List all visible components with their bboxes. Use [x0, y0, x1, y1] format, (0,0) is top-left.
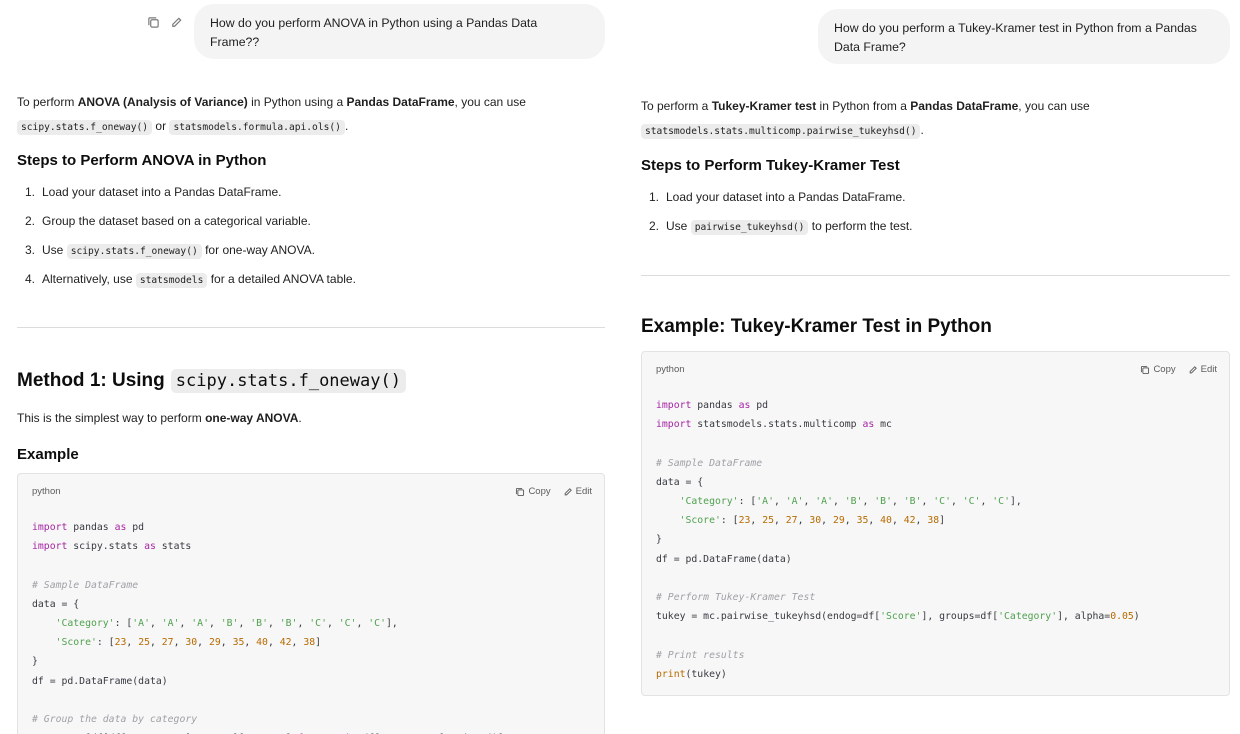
edit-label: Edit — [575, 486, 592, 497]
list-item-text: Load your dataset into a Pandas DataFram… — [666, 190, 906, 204]
intro-paragraph: To perform ANOVA (Analysis of Variance) … — [17, 90, 605, 140]
copy-code-button[interactable]: Copy — [1140, 364, 1176, 375]
edit-code-button[interactable]: Edit — [563, 486, 592, 497]
copy-label: Copy — [1153, 364, 1176, 375]
copy-icon — [1141, 365, 1150, 374]
code-block: python Copy Edit import pandas as pd imp… — [641, 351, 1230, 696]
list-item: 4. Alternatively, use statsmodels for a d… — [25, 269, 356, 298]
user-message-text: How do you perform a Tukey-Kramer test i… — [834, 21, 1197, 54]
steps-heading: Steps to Perform ANOVA in Python — [17, 152, 267, 169]
edit-pencil-icon[interactable] — [170, 16, 183, 29]
list-number: 3. — [25, 243, 36, 257]
edit-code-button[interactable]: Edit — [1188, 364, 1217, 375]
example-heading: Example: Tukey-Kramer Test in Python — [641, 316, 992, 337]
list-item-text: Use — [42, 243, 67, 257]
intro-text: . — [920, 123, 924, 137]
copy-icon — [516, 487, 525, 496]
user-message-bubble: How do you perform ANOVA in Python using… — [194, 4, 605, 59]
intro-text: or — [155, 119, 167, 133]
intro-bold-dataframe: Pandas DataFrame — [346, 95, 455, 109]
list-item-text: Group the dataset based on a categorical… — [42, 214, 311, 228]
intro-text: in Python from a — [816, 99, 911, 113]
example-heading: Example — [17, 446, 79, 463]
message-actions — [147, 16, 183, 29]
list-number: 4. — [25, 272, 36, 286]
intro-bold-anova: ANOVA (Analysis of Variance) — [77, 95, 248, 109]
inline-code-ols: statsmodels.formula.api.ols() — [169, 120, 345, 135]
list-item: 1. Load your dataset into a Pandas DataFr… — [25, 182, 356, 211]
code-content: import pandas as pd import scipy.stats a… — [32, 522, 504, 734]
method-desc-text: This is the simplest way to perform — [17, 411, 206, 425]
intro-bold-tukey: Tukey-Kramer test — [711, 99, 817, 113]
method-heading-text: Method 1: Using — [17, 370, 165, 391]
intro-text: . — [344, 119, 349, 133]
list-number: 2. — [649, 219, 660, 233]
user-message-text: How do you perform ANOVA in Python using… — [210, 16, 538, 49]
inline-code: statsmodels — [135, 273, 208, 288]
user-message-bubble: How do you perform a Tukey-Kramer test i… — [818, 9, 1230, 64]
code-block: python Copy Edit import pandas as pd imp… — [17, 473, 605, 734]
intro-text: To perform a — [641, 99, 712, 113]
divider — [641, 275, 1230, 276]
edit-icon — [1189, 365, 1197, 373]
list-item-text: to perform the test. — [808, 219, 913, 233]
method-desc-text: . — [298, 411, 302, 425]
code-content: import pandas as pd import statsmodels.s… — [656, 400, 1140, 680]
inline-code: pairwise_tukeyhsd() — [690, 220, 809, 235]
intro-text: in Python using a — [247, 95, 347, 109]
code-language-label: python — [32, 486, 61, 497]
inline-code-f-oneway: scipy.stats.f_oneway() — [17, 120, 153, 135]
inline-code-pairwise-tukeyhsd: statsmodels.stats.multicomp.pairwise_tuk… — [641, 124, 921, 139]
intro-text: To perform — [17, 95, 78, 109]
list-item-text: for a detailed ANOVA table. — [207, 272, 356, 286]
code-block-header: python Copy Edit — [32, 486, 592, 497]
list-item: 1. Load your dataset into a Pandas DataFr… — [649, 187, 912, 216]
steps-heading: Steps to Perform Tukey-Kramer Test — [641, 157, 900, 174]
list-item-text: Use — [666, 219, 691, 233]
method-heading: Method 1: Using scipy.stats.f_oneway() — [17, 369, 406, 393]
steps-list: 1. Load your dataset into a Pandas DataFr… — [25, 182, 356, 298]
list-item: 3. Use scipy.stats.f_oneway() for one-way… — [25, 240, 356, 269]
list-item-text: Load your dataset into a Pandas DataFram… — [42, 185, 282, 199]
steps-list: 1. Load your dataset into a Pandas DataFr… — [649, 187, 912, 245]
inline-code: scipy.stats.f_oneway() — [66, 244, 202, 259]
method-description: This is the simplest way to perform one-… — [17, 406, 302, 430]
intro-paragraph: To perform a Tukey-Kramer test in Python… — [641, 94, 1230, 144]
method-desc-bold: one-way ANOVA — [205, 411, 299, 425]
copy-code-button[interactable]: Copy — [515, 486, 551, 497]
copy-icon[interactable] — [147, 16, 160, 29]
code-language-label: python — [656, 364, 685, 375]
intro-text: , you can use — [454, 95, 526, 109]
list-item-text: Alternatively, use — [42, 272, 136, 286]
edit-icon — [564, 487, 572, 495]
list-item: 2. Use pairwise_tukeyhsd() to perform the… — [649, 216, 912, 245]
method-heading-code: scipy.stats.f_oneway() — [170, 369, 406, 393]
intro-bold-dataframe: Pandas DataFrame — [910, 99, 1019, 113]
edit-label: Edit — [1200, 364, 1217, 375]
list-number: 2. — [25, 214, 36, 228]
code-block-header: python Copy Edit — [656, 364, 1217, 375]
divider — [17, 327, 605, 328]
list-number: 1. — [649, 190, 660, 204]
list-number: 1. — [25, 185, 36, 199]
copy-label: Copy — [528, 486, 551, 497]
list-item: 2. Group the dataset based on a categoric… — [25, 211, 356, 240]
list-item-text: for one-way ANOVA. — [201, 243, 315, 257]
intro-text: , you can use — [1018, 99, 1090, 113]
